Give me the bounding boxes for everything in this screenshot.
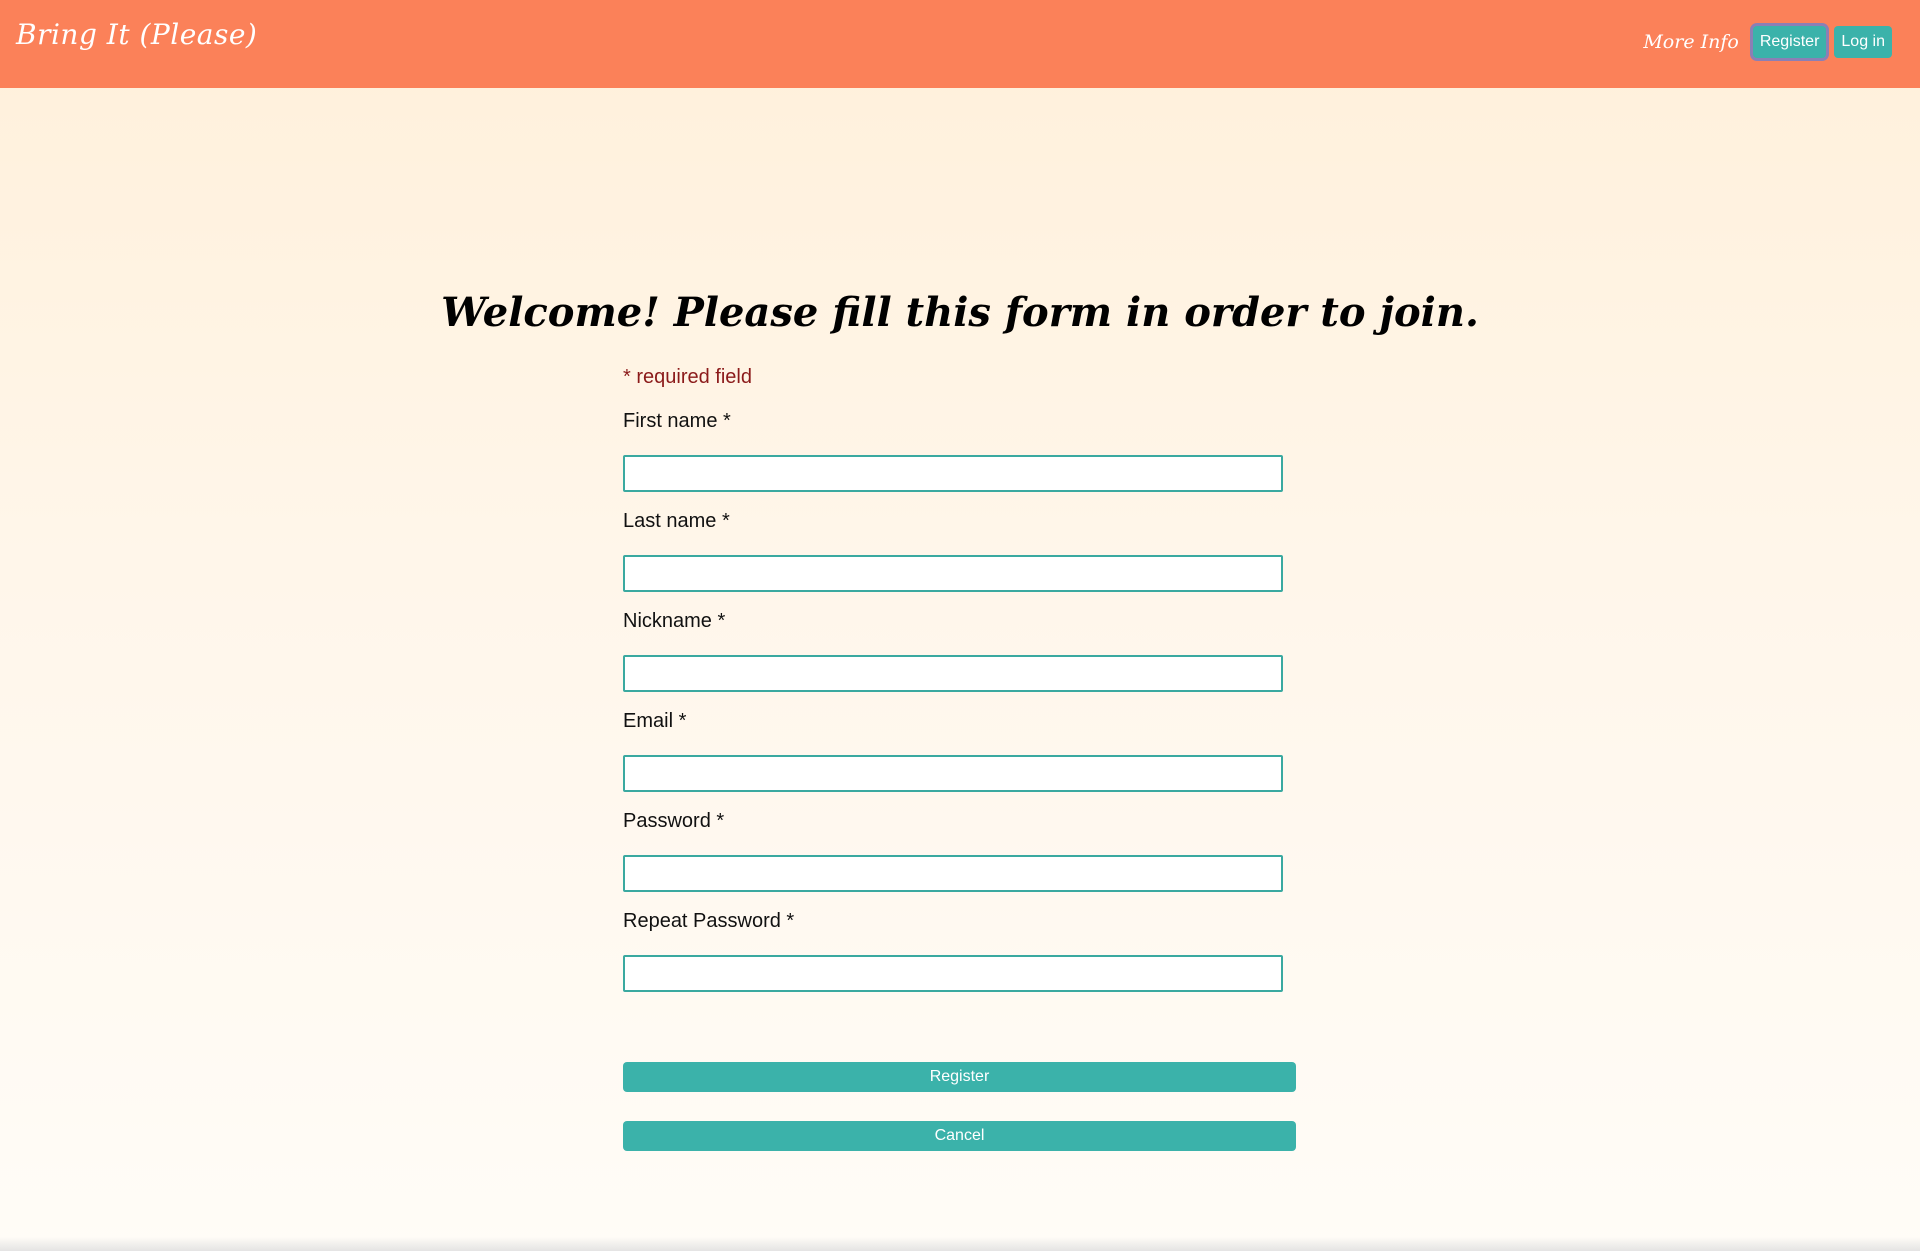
registration-form: * required field First name * Last name … bbox=[623, 366, 1296, 1180]
page-bottom-edge bbox=[0, 1237, 1920, 1251]
repeat-password-group: Repeat Password * bbox=[623, 910, 1296, 992]
nav-register-button[interactable]: Register bbox=[1752, 26, 1827, 58]
top-nav: More Info Register Log in bbox=[1643, 26, 1892, 58]
page-title: Welcome! Please fill this form in order … bbox=[441, 288, 1479, 336]
more-info-link[interactable]: More Info bbox=[1643, 31, 1738, 53]
email-label: Email * bbox=[623, 710, 687, 732]
email-group: Email * bbox=[623, 710, 1296, 792]
cancel-button[interactable]: Cancel bbox=[623, 1121, 1296, 1151]
last-name-input[interactable] bbox=[623, 555, 1283, 592]
top-navbar: Bring It (Please) More Info Register Log… bbox=[0, 0, 1920, 88]
password-input[interactable] bbox=[623, 855, 1283, 892]
form-actions: Register Cancel bbox=[623, 1062, 1296, 1151]
nickname-group: Nickname * bbox=[623, 610, 1296, 692]
required-field-note: * required field bbox=[623, 366, 752, 388]
first-name-group: First name * bbox=[623, 410, 1296, 492]
first-name-label: First name * bbox=[623, 410, 731, 432]
nickname-input[interactable] bbox=[623, 655, 1283, 692]
brand-logo[interactable]: Bring It (Please) bbox=[16, 18, 257, 51]
nickname-label: Nickname * bbox=[623, 610, 726, 632]
password-group: Password * bbox=[623, 810, 1296, 892]
register-submit-button[interactable]: Register bbox=[623, 1062, 1296, 1092]
first-name-input[interactable] bbox=[623, 455, 1283, 492]
email-input[interactable] bbox=[623, 755, 1283, 792]
last-name-label: Last name * bbox=[623, 510, 730, 532]
nav-login-button[interactable]: Log in bbox=[1834, 26, 1892, 58]
repeat-password-input[interactable] bbox=[623, 955, 1283, 992]
repeat-password-label: Repeat Password * bbox=[623, 910, 795, 932]
last-name-group: Last name * bbox=[623, 510, 1296, 592]
password-label: Password * bbox=[623, 810, 725, 832]
